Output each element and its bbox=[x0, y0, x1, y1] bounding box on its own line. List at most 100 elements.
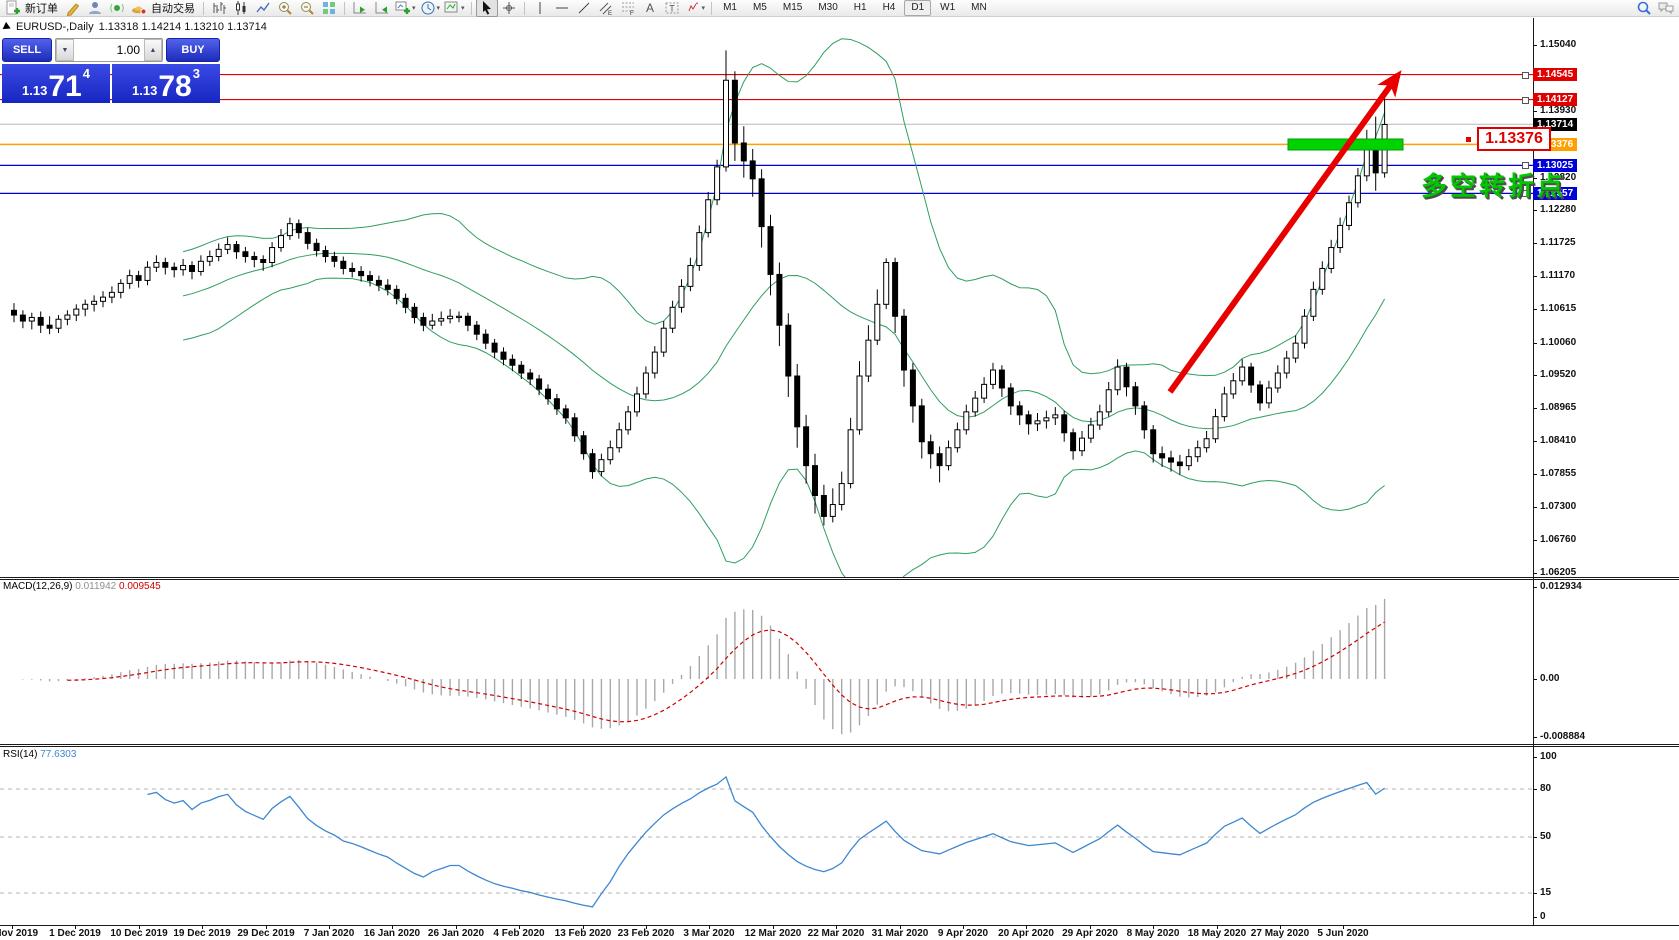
price-tag: 1.14545 bbox=[1533, 68, 1577, 81]
vertical-line-icon bbox=[532, 0, 548, 16]
crosshair-button[interactable] bbox=[498, 0, 520, 17]
auto-scroll-icon bbox=[352, 0, 368, 16]
zoom-in-button[interactable] bbox=[274, 0, 296, 17]
candle-chart-button[interactable] bbox=[230, 0, 252, 17]
sell-price-main: 71 bbox=[48, 72, 81, 102]
arrows-button[interactable]: ▾ bbox=[683, 0, 708, 17]
toolbar-separator bbox=[344, 2, 345, 15]
autotrade-icon bbox=[131, 0, 147, 16]
community-icon bbox=[87, 0, 103, 16]
signals-button[interactable] bbox=[106, 0, 128, 17]
price-tick bbox=[1533, 276, 1537, 277]
volume-increase-button[interactable]: ▲ bbox=[144, 39, 162, 61]
price-tick-label: 1.07300 bbox=[1540, 501, 1576, 512]
symbol-period-label: EURUSD-,Daily bbox=[16, 21, 94, 33]
price-tick bbox=[1533, 474, 1537, 475]
date-label: 5 Jun 2020 bbox=[1298, 928, 1388, 939]
buy-button[interactable]: BUY bbox=[166, 38, 220, 62]
auto-scroll-button[interactable] bbox=[349, 0, 371, 17]
new-order-button[interactable] bbox=[2, 0, 24, 17]
styler-icon bbox=[65, 0, 81, 16]
volume-decrease-button[interactable]: ▼ bbox=[56, 39, 74, 61]
sell-price-pip: 4 bbox=[83, 66, 90, 81]
macd-label: MACD(12,26,9) 0.011942 0.009545 bbox=[3, 581, 161, 592]
chart-shift-icon bbox=[374, 0, 390, 16]
templates-button[interactable]: ▾ bbox=[442, 0, 467, 17]
macd-indicator-area[interactable] bbox=[0, 581, 1533, 744]
community-button[interactable] bbox=[84, 0, 106, 17]
macd-name: MACD(12,26,9) bbox=[3, 581, 72, 592]
new-chart-icon bbox=[395, 0, 411, 16]
timeframe-button-m15[interactable]: M15 bbox=[776, 0, 809, 16]
rsi-indicator-area[interactable] bbox=[0, 748, 1533, 925]
macd-axis-label: 0.012934 bbox=[1540, 581, 1582, 592]
cursor-icon bbox=[479, 0, 495, 16]
price-chart-area[interactable] bbox=[0, 18, 1533, 577]
search-button[interactable] bbox=[1633, 0, 1655, 17]
text-button[interactable]: A bbox=[639, 0, 661, 17]
bull-bear-turning-point-note: 多空转折点 bbox=[1421, 166, 1566, 203]
volume-input[interactable]: 1.00 bbox=[74, 39, 144, 61]
main-toolbar: 新订单 自动交易 bbox=[0, 0, 1679, 17]
cursor-button[interactable] bbox=[476, 0, 498, 17]
new-chart-button[interactable]: ▾ bbox=[393, 0, 418, 17]
bar-chart-button[interactable] bbox=[208, 0, 230, 17]
styler-button[interactable] bbox=[62, 0, 84, 17]
panel-separator bbox=[0, 746, 1679, 747]
macd-signal-value: 0.009545 bbox=[119, 581, 161, 592]
new-order-label[interactable]: 新订单 bbox=[25, 0, 58, 16]
macd-main-value: 0.011942 bbox=[75, 581, 116, 592]
vline-button[interactable] bbox=[529, 0, 551, 17]
signals-icon bbox=[109, 0, 125, 16]
line-chart-button[interactable] bbox=[252, 0, 274, 17]
timeframe-button-h4[interactable]: H4 bbox=[876, 0, 903, 16]
zoom-out-button[interactable] bbox=[296, 0, 318, 17]
chart-shift-button[interactable] bbox=[371, 0, 393, 17]
price-tick-label: 1.10615 bbox=[1540, 303, 1576, 314]
timeframe-button-d1[interactable]: D1 bbox=[904, 0, 931, 16]
rsi-axis-tick bbox=[1533, 917, 1537, 918]
price-tick bbox=[1533, 210, 1537, 211]
macd-axis-label: -0.008884 bbox=[1540, 731, 1585, 742]
price-tick-label: 1.08965 bbox=[1540, 402, 1576, 413]
timeframe-button-m1[interactable]: M1 bbox=[716, 0, 744, 16]
search-icon bbox=[1636, 0, 1652, 16]
chat-button[interactable] bbox=[1655, 0, 1677, 17]
hline-button[interactable] bbox=[551, 0, 573, 17]
price-tick-label: 1.11170 bbox=[1540, 270, 1575, 281]
buy-price-prefix: 1.13 bbox=[132, 83, 157, 98]
timeframe-button-w1[interactable]: W1 bbox=[933, 0, 962, 16]
timeframe-button-mn[interactable]: MN bbox=[964, 0, 994, 16]
price-tick bbox=[1533, 343, 1537, 344]
channel-button[interactable]: E bbox=[595, 0, 617, 17]
crosshair-icon bbox=[501, 0, 517, 16]
price-tick bbox=[1533, 243, 1537, 244]
callout-anchor-square bbox=[1466, 137, 1471, 142]
templates-icon bbox=[444, 0, 460, 16]
volume-stepper: ▼ 1.00 ▲ bbox=[55, 38, 163, 62]
periods-button[interactable]: ▾ bbox=[418, 0, 443, 17]
chart-window-icon bbox=[3, 22, 13, 32]
date-axis[interactable]: 1 Nov 20191 Dec 201910 Dec 201919 Dec 20… bbox=[0, 926, 1679, 940]
trendline-icon bbox=[576, 0, 592, 16]
timeframe-button-h1[interactable]: H1 bbox=[847, 0, 874, 16]
autotrade-button[interactable] bbox=[128, 0, 150, 17]
price-tick bbox=[1533, 408, 1537, 409]
arrow-shapes-icon bbox=[685, 0, 701, 16]
autotrade-label[interactable]: 自动交易 bbox=[151, 0, 195, 16]
timeframe-button-m30[interactable]: M30 bbox=[811, 0, 844, 16]
sell-price-display[interactable]: 1.13 71 4 bbox=[2, 64, 110, 103]
panel-separator[interactable] bbox=[0, 577, 1679, 578]
tile-windows-button[interactable] bbox=[318, 0, 340, 17]
timeframe-button-m5[interactable]: M5 bbox=[746, 0, 774, 16]
trendline-button[interactable] bbox=[573, 0, 595, 17]
rsi-axis-tick bbox=[1533, 757, 1537, 758]
sell-button[interactable]: SELL bbox=[2, 38, 52, 62]
text-label-button[interactable]: T bbox=[661, 0, 683, 17]
fibonacci-button[interactable]: F bbox=[617, 0, 639, 17]
buy-price-display[interactable]: 1.13 78 3 bbox=[112, 64, 220, 103]
line-handle[interactable] bbox=[1522, 97, 1529, 104]
panel-separator[interactable] bbox=[0, 744, 1679, 745]
toolbar-separator bbox=[471, 2, 472, 15]
line-handle[interactable] bbox=[1522, 72, 1529, 79]
